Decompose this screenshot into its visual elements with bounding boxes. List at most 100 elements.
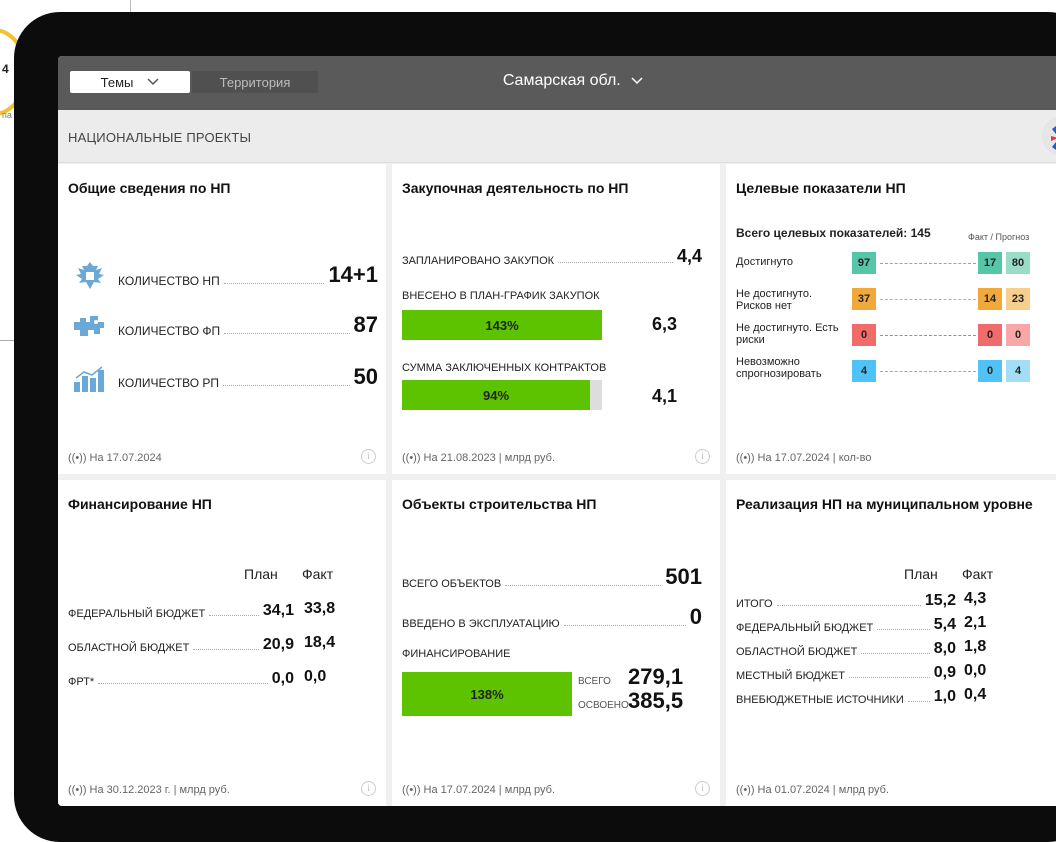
schedule-value: 6,3 — [652, 314, 678, 334]
target-count-box: 37 — [852, 288, 876, 310]
municipal-plan: 5,4 — [933, 616, 956, 633]
schedule-label: ВНЕСЕНО В ПЛАН-ГРАФИК ЗАКУПОК — [402, 290, 600, 302]
planned-label: ЗАПЛАНИРОВАНО ЗАКУПОК — [402, 255, 555, 267]
info-icon[interactable]: i — [695, 449, 710, 464]
dot-leader — [193, 649, 259, 650]
financing-row: ОБЛАСТНОЙ БЮДЖЕТ 20,9 — [68, 636, 294, 654]
target-forecast-box: 80 — [1006, 252, 1030, 274]
dashboard-screen: Темы Территория Самарская обл. НАЦИОНАЛЬ… — [58, 56, 1056, 806]
municipal-row-label: МЕСТНЫЙ БЮДЖЕТ — [736, 670, 845, 682]
contracts-pct: 94% — [482, 387, 510, 403]
target-fact-box: 0 — [978, 360, 1002, 382]
count-fp-row: КОЛИЧЕСТВО ФП 87 — [118, 312, 378, 338]
municipal-row: ВНЕБЮДЖЕТНЫЕ ИСТОЧНИКИ 1,0 — [736, 688, 956, 706]
planned-row: ЗАПЛАНИРОВАНО ЗАКУПОК 4,4 — [402, 246, 702, 267]
region-label: Самарская обл. — [502, 72, 621, 89]
municipal-row: ИТОГО 15,2 — [736, 592, 956, 610]
background-caption: па — [2, 110, 12, 120]
total-targets: Всего целевых показателей: 145 — [736, 226, 931, 240]
count-rp-value: 50 — [353, 364, 378, 389]
dot-leader — [563, 625, 686, 626]
card-construction: Объекты строительства НП ВСЕГО ОБЪЕКТОВ … — [392, 480, 720, 806]
target-fact-box: 17 — [978, 252, 1002, 274]
background-value: 4 — [2, 62, 9, 76]
commissioned-value: 0 — [689, 604, 702, 629]
puzzle-map-icon — [74, 316, 104, 336]
target-forecast-box: 4 — [1006, 360, 1030, 382]
mastered-label: ОСВОЕНО — [578, 700, 629, 711]
card-municipal: Реализация НП на муниципальном уровне Пл… — [726, 480, 1056, 806]
card-procurement: Закупочная деятельность по НП ЗАПЛАНИРОВ… — [392, 164, 720, 474]
schedule-progress: 143% — [402, 310, 602, 340]
financing-row: ФРТ* 0,0 — [68, 670, 294, 688]
financing-row-label: ОБЛАСТНОЙ БЮДЖЕТ — [68, 642, 190, 654]
count-rp-row: КОЛИЧЕСТВО РП 50 — [118, 364, 378, 390]
schedule-pct: 143% — [485, 317, 519, 333]
schedule-bar: 143% — [402, 310, 602, 340]
dot-leader — [223, 385, 350, 386]
financing-plan: 20,9 — [262, 636, 294, 653]
dot-leader — [224, 333, 350, 334]
target-fact-box: 14 — [978, 288, 1002, 310]
target-count-box: 4 — [852, 360, 876, 382]
dash-line — [880, 371, 976, 372]
financing-row-label: ФРТ* — [68, 676, 95, 688]
region-selector[interactable]: Самарская обл. — [58, 72, 1056, 90]
top-bar: Темы Территория Самарская обл. — [58, 56, 1056, 110]
contracts-value: 4,1 — [652, 386, 678, 406]
plan-header: План — [904, 566, 938, 582]
financing-row-label: ФЕДЕРАЛЬНЫЙ БЮДЖЕТ — [68, 608, 206, 620]
card-title: Закупочная деятельность по НП — [402, 180, 629, 196]
dot-leader — [98, 683, 268, 684]
count-np-label: КОЛИЧЕСТВО НП — [118, 274, 220, 288]
info-icon[interactable]: i — [361, 781, 376, 796]
municipal-fact: 0,0 — [964, 662, 987, 679]
count-np-value: 14+1 — [328, 262, 378, 287]
target-count-box: 0 — [852, 324, 876, 346]
municipal-row-label: ВНЕБЮДЖЕТНЫЕ ИСТОЧНИКИ — [736, 694, 904, 706]
plan-header: План — [244, 566, 278, 582]
dot-leader — [776, 605, 921, 606]
page-title: НАЦИОНАЛЬНЫЕ ПРОЕКТЫ — [68, 130, 252, 145]
card-title: Финансирование НП — [68, 496, 212, 512]
municipal-fact: 0,4 — [964, 686, 987, 703]
financing-row: ФЕДЕРАЛЬНЫЙ БЮДЖЕТ 34,1 — [68, 602, 294, 620]
dot-leader — [877, 629, 930, 630]
chevron-down-icon — [631, 77, 643, 85]
financing-label: ФИНАНСИРОВАНИЕ — [402, 648, 511, 660]
financing-plan: 0,0 — [271, 670, 294, 687]
contracts-bar: 94% — [402, 380, 590, 410]
info-icon[interactable]: i — [361, 449, 376, 464]
municipal-row-label: ФЕДЕРАЛЬНЫЙ БЮДЖЕТ — [736, 622, 874, 634]
card-footer: ((•)) На 17.07.2024 | млрд руб. — [402, 784, 555, 796]
municipal-plan: 0,9 — [933, 664, 956, 681]
municipal-row: ОБЛАСТНОЙ БЮДЖЕТ 8,0 — [736, 640, 956, 658]
municipal-row: ФЕДЕРАЛЬНЫЙ БЮДЖЕТ 5,4 — [736, 616, 956, 634]
total-objects-row: ВСЕГО ОБЪЕКТОВ 501 — [402, 564, 702, 590]
dot-leader — [558, 262, 673, 263]
count-fp-value: 87 — [353, 312, 378, 337]
card-title: Общие сведения по НП — [68, 180, 231, 196]
count-fp-label: КОЛИЧЕСТВО ФП — [118, 324, 221, 338]
contracts-progress: 94% — [402, 380, 602, 410]
card-footer: ((•)) На 01.07.2024 | млрд руб. — [736, 784, 889, 796]
card-footer: ((•)) На 17.07.2024 — [68, 452, 162, 464]
target-count-box: 97 — [852, 252, 876, 274]
dash-line — [880, 335, 976, 336]
financing-pct: 138% — [470, 686, 504, 702]
card-footer: ((•)) На 30.12.2023 г. | млрд руб. — [68, 784, 230, 796]
target-row-label: Не достигнуто. Рисков нет — [736, 288, 813, 312]
bar-growth-icon — [74, 366, 104, 392]
section-header: НАЦИОНАЛЬНЫЕ ПРОЕКТЫ — [58, 110, 1056, 163]
eagle-emblem-icon — [76, 262, 104, 289]
municipal-fact: 2,1 — [964, 614, 987, 631]
financing-plan: 34,1 — [262, 602, 294, 619]
count-np-row: КОЛИЧЕСТВО НП 14+1 — [118, 262, 378, 288]
card-targets: Целевые показатели НП Всего целевых пока… — [726, 164, 1056, 474]
financing-progress: 138% — [402, 672, 572, 716]
total-fin-label: ВСЕГО — [578, 676, 611, 687]
municipal-plan: 1,0 — [933, 688, 956, 705]
financing-fact: 33,8 — [304, 600, 336, 617]
info-icon[interactable]: i — [695, 781, 710, 796]
dash-line — [880, 263, 976, 264]
